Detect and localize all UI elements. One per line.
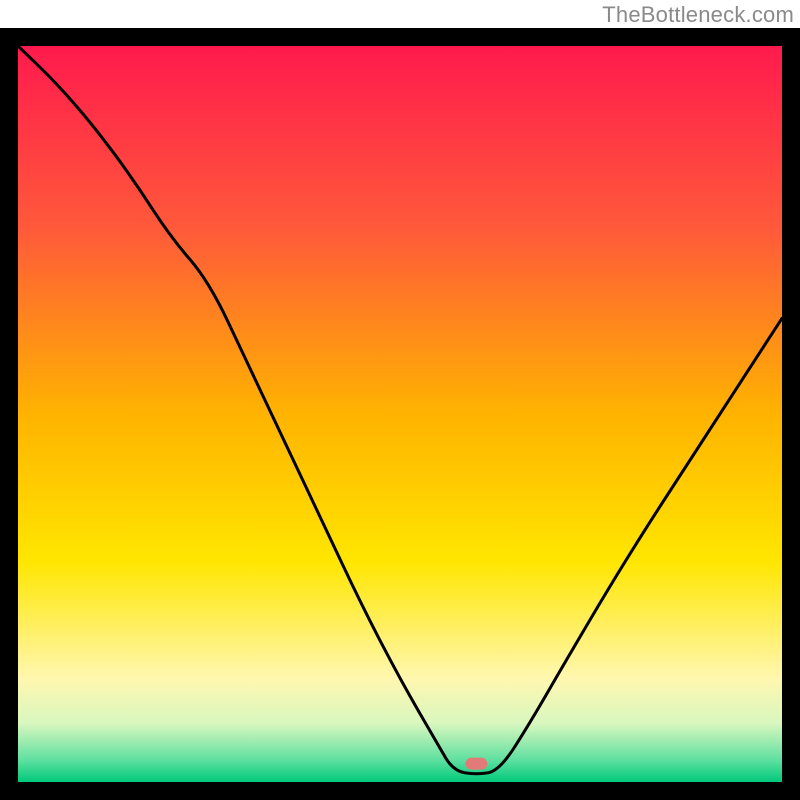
gradient-background [18, 46, 782, 782]
optimal-marker [465, 758, 487, 770]
watermark-text: TheBottleneck.com [602, 2, 794, 28]
bottleneck-chart [0, 0, 800, 800]
chart-container: TheBottleneck.com [0, 0, 800, 800]
